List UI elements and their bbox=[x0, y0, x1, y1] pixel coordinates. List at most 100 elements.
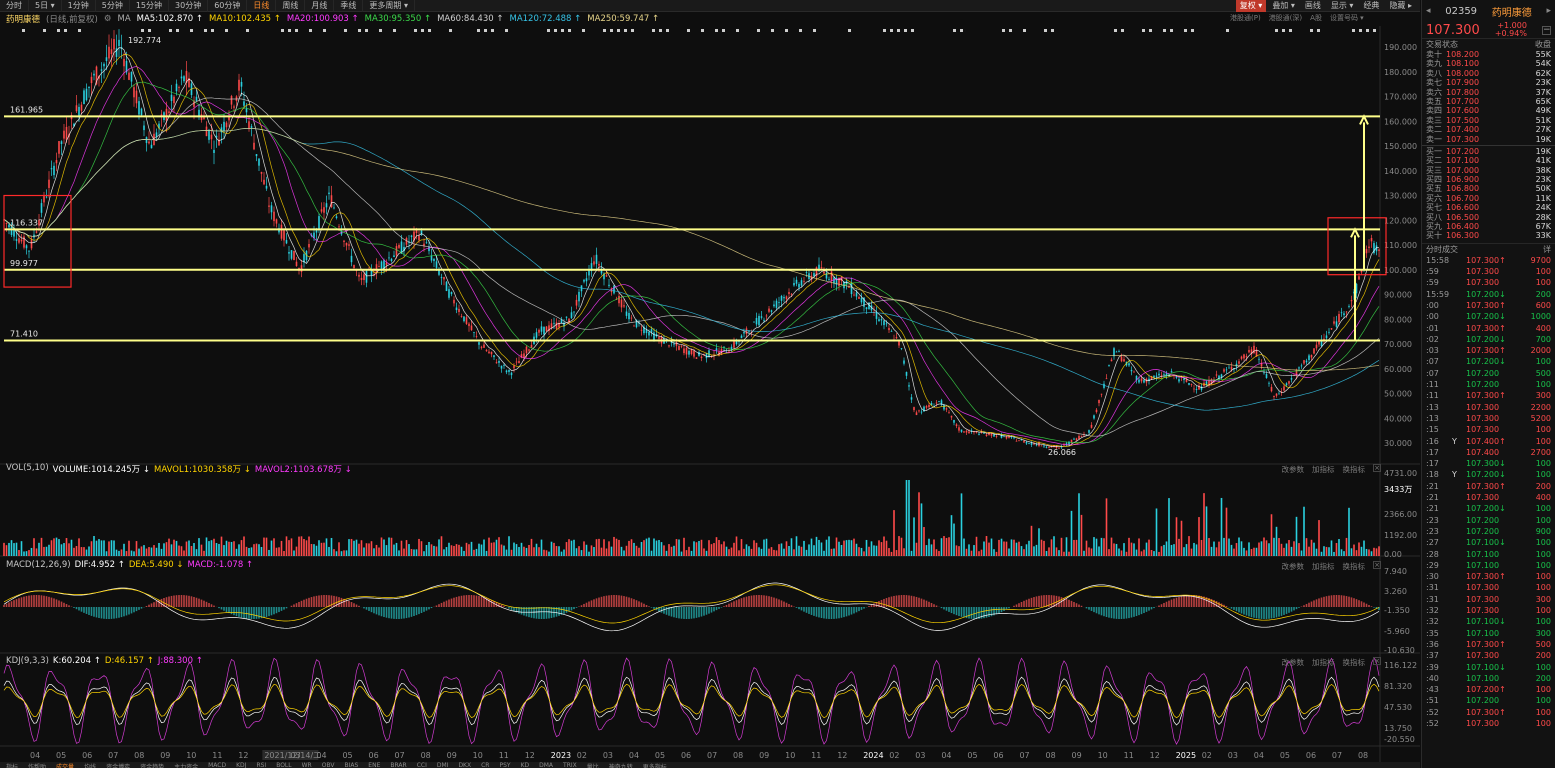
indicator-tab[interactable]: BOLL bbox=[276, 762, 291, 768]
volume-bar bbox=[5, 545, 8, 556]
indicator-tab[interactable]: 主力资金 bbox=[174, 762, 198, 768]
ask-row[interactable]: 卖三 107.500 51K bbox=[1422, 116, 1555, 125]
indicator-tab[interactable]: 神奇九转 bbox=[609, 762, 633, 768]
pane-op-button[interactable]: 换指标 bbox=[1343, 657, 1366, 668]
macd-bar bbox=[230, 607, 233, 615]
period-tab[interactable]: 分时 bbox=[0, 0, 29, 12]
indicator-tab[interactable]: 量比 bbox=[587, 762, 599, 768]
volume-bar bbox=[233, 541, 235, 556]
ask-row[interactable]: 卖四 107.600 49K bbox=[1422, 106, 1555, 115]
ticks-detail-button[interactable]: 详 bbox=[1543, 244, 1551, 255]
close-pane-button[interactable]: × bbox=[1373, 657, 1381, 665]
buy-row[interactable]: 买七 106.600 24K bbox=[1422, 203, 1555, 212]
indicator-tab[interactable]: 成交量 bbox=[56, 762, 74, 768]
indicator-tab[interactable]: 均线 bbox=[84, 762, 96, 768]
macd-bar bbox=[1040, 595, 1043, 607]
toolbar-button[interactable]: 画线 bbox=[1301, 0, 1325, 12]
period-tab[interactable]: 30分钟 bbox=[169, 0, 209, 12]
period-tab[interactable]: 日线 bbox=[247, 0, 277, 12]
close-pane-button[interactable]: × bbox=[1373, 561, 1381, 569]
period-tab[interactable]: 5分钟 bbox=[96, 0, 130, 12]
subbar-item[interactable]: A股 bbox=[1310, 13, 1322, 23]
stock-chart[interactable]: 190.000180.000170.000160.000150.000140.0… bbox=[0, 26, 1420, 762]
period-tab[interactable]: 月线 bbox=[305, 0, 335, 12]
indicator-tab[interactable]: KDJ bbox=[236, 762, 246, 768]
indicator-tab[interactable]: ENE bbox=[368, 762, 380, 768]
ask-row[interactable]: 卖十 108.200 55K bbox=[1422, 50, 1555, 59]
buy-row[interactable]: 买一 107.200 19K bbox=[1422, 147, 1555, 156]
indicator-tab[interactable]: BIAS bbox=[344, 762, 358, 768]
period-tab[interactable]: 60分钟 bbox=[208, 0, 248, 12]
pane-op-button[interactable]: 加指标 bbox=[1312, 657, 1335, 668]
indicator-tab[interactable]: KD bbox=[521, 762, 530, 768]
indicator-tab[interactable]: 资金博弈 bbox=[106, 762, 130, 768]
toolbar-button[interactable]: 经典 bbox=[1359, 0, 1383, 12]
ask-row[interactable]: 卖五 107.700 65K bbox=[1422, 97, 1555, 106]
ask-row[interactable]: 卖八 108.000 62K bbox=[1422, 69, 1555, 78]
period-tab[interactable]: 周线 bbox=[276, 0, 306, 12]
buy-row[interactable]: 买三 107.000 38K bbox=[1422, 166, 1555, 175]
subbar-item[interactable]: 港股通(深) bbox=[1269, 13, 1302, 23]
indicator-tab[interactable]: MACD bbox=[208, 762, 226, 768]
period-tab[interactable]: 更多周期 ▾ bbox=[363, 0, 415, 12]
buy-row[interactable]: 买八 106.500 28K bbox=[1422, 213, 1555, 222]
ask-row[interactable]: 卖一 107.300 19K bbox=[1422, 135, 1555, 144]
buy-row[interactable]: 买十 106.300 33K bbox=[1422, 231, 1555, 240]
ask-row[interactable]: 卖六 107.800 37K bbox=[1422, 88, 1555, 97]
pane-op-button[interactable]: 换指标 bbox=[1343, 464, 1366, 475]
indicator-tab[interactable]: 更多指标 bbox=[643, 762, 667, 768]
pane-op-button[interactable]: 加指标 bbox=[1312, 464, 1335, 475]
volume-bar bbox=[335, 551, 338, 556]
period-tab[interactable]: 5日 ▾ bbox=[29, 0, 62, 12]
period-tab[interactable]: 15分钟 bbox=[130, 0, 170, 12]
settings-icon[interactable]: ⚙ bbox=[104, 14, 112, 24]
pane-op-button[interactable]: 换指标 bbox=[1343, 561, 1366, 572]
indicator-tab[interactable]: RSI bbox=[256, 762, 266, 768]
indicator-tab[interactable]: OBV bbox=[322, 762, 335, 768]
indicator-tab[interactable]: DKX bbox=[458, 762, 471, 768]
subbar-item[interactable]: 设置号码 ▾ bbox=[1330, 13, 1364, 23]
indicator-tab[interactable]: 作帮助 bbox=[28, 762, 46, 768]
volume-bar bbox=[1003, 541, 1005, 556]
ask-row[interactable]: 卖九 108.100 54K bbox=[1422, 59, 1555, 68]
ask-row[interactable]: 卖二 107.400 27K bbox=[1422, 125, 1555, 134]
back-arrow-icon[interactable]: ◂ bbox=[1426, 6, 1431, 16]
buy-row[interactable]: 买四 106.900 23K bbox=[1422, 175, 1555, 184]
forward-arrow-icon[interactable]: ▸ bbox=[1546, 6, 1551, 16]
x-tick: 02 bbox=[1202, 751, 1212, 760]
indicator-tab[interactable]: WR bbox=[302, 762, 312, 768]
indicator-tab[interactable]: DMA bbox=[539, 762, 553, 768]
volume-bar bbox=[355, 539, 358, 556]
volume-bar bbox=[1088, 547, 1090, 556]
volume-bar bbox=[170, 544, 173, 556]
period-tab[interactable]: 季线 bbox=[334, 0, 364, 12]
toolbar-button[interactable]: 复权 ▾ bbox=[1235, 0, 1267, 12]
buy-row[interactable]: 买二 107.100 41K bbox=[1422, 156, 1555, 165]
buy-row[interactable]: 买五 106.800 50K bbox=[1422, 184, 1555, 193]
close-pane-button[interactable]: × bbox=[1373, 464, 1381, 472]
toolbar-button[interactable]: 叠加 ▾ bbox=[1268, 0, 1299, 12]
macd-bar bbox=[1273, 607, 1275, 618]
indicator-tab[interactable]: 资金趋势 bbox=[140, 762, 164, 768]
buy-row[interactable]: 买九 106.400 67K bbox=[1422, 222, 1555, 231]
tick-volume: 100 bbox=[1535, 436, 1551, 446]
pane-op-button[interactable]: 加指标 bbox=[1312, 561, 1335, 572]
pane-op-button[interactable]: 改参数 bbox=[1282, 561, 1305, 572]
toolbar-button[interactable]: 显示 ▾ bbox=[1327, 0, 1358, 12]
indicator-tab[interactable]: 指标 bbox=[6, 762, 18, 768]
subbar-item[interactable]: 港股通(P) bbox=[1230, 13, 1261, 23]
indicator-tab[interactable]: CR bbox=[481, 762, 489, 768]
ask-row[interactable]: 卖七 107.900 23K bbox=[1422, 78, 1555, 87]
indicator-tab[interactable]: CCI bbox=[417, 762, 427, 768]
pane-op-button[interactable]: 改参数 bbox=[1282, 464, 1305, 475]
indicator-tab[interactable]: PSY bbox=[499, 762, 510, 768]
x-tick: 06 bbox=[369, 751, 379, 760]
pane-op-button[interactable]: 改参数 bbox=[1282, 657, 1305, 668]
collapse-icon[interactable]: − bbox=[1541, 25, 1551, 35]
buy-row[interactable]: 买六 106.700 11K bbox=[1422, 194, 1555, 203]
toolbar-button[interactable]: 隐藏 ▸ bbox=[1385, 0, 1416, 12]
indicator-tab[interactable]: BRAR bbox=[390, 762, 406, 768]
indicator-tab[interactable]: DMI bbox=[437, 762, 449, 768]
indicator-tab[interactable]: TRIX bbox=[563, 762, 577, 768]
period-tab[interactable]: 1分钟 bbox=[62, 0, 96, 12]
